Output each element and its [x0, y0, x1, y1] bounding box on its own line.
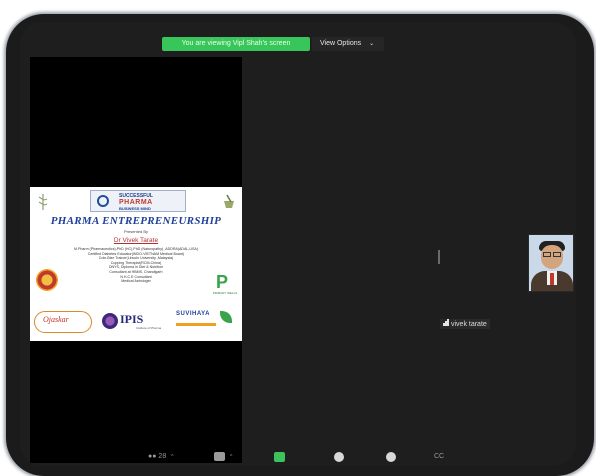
- logo-underline: [176, 323, 216, 326]
- chat-icon: [214, 452, 225, 461]
- screen-share-banner: You are viewing Vipl Shah's screen: [162, 37, 310, 51]
- avatar-tie: [550, 273, 554, 285]
- participants-icon: ●●: [148, 453, 157, 460]
- signal-strength-icon: [443, 319, 449, 330]
- shared-screen: SUCCESSFUL PHARMA BUSINESS MIND PHARMA E…: [30, 57, 242, 463]
- record-button[interactable]: [334, 452, 344, 463]
- presenter-name: Dr Vivek Tarate: [113, 237, 159, 244]
- credentials-list: M.Pharm (Pharmaceutics),PhD (HC),PhD (Na…: [48, 247, 224, 284]
- meeting-viewport: You are viewing Vipl Shah's screen View …: [20, 22, 576, 466]
- ojaskar-logo-text: Ojaskar: [43, 315, 69, 324]
- slide-title: PHARMA ENTREPRENEURSHIP: [50, 215, 222, 227]
- chat-button[interactable]: ^: [214, 452, 232, 462]
- chevron-down-icon[interactable]: ⌄: [369, 37, 374, 51]
- participants-button[interactable]: ●● 28 ^: [148, 452, 174, 462]
- ipis-logo-subtext: Institute of Pharma: [136, 326, 162, 330]
- chevron-up-icon[interactable]: ^: [230, 454, 232, 460]
- participant-name-label: vivek tarate: [440, 319, 490, 329]
- logo-main-text: PHARMA: [119, 199, 153, 206]
- divider-handle[interactable]: [438, 250, 440, 264]
- view-options-button[interactable]: View Options ⌄: [312, 37, 384, 51]
- ojaskar-logo: Ojaskar: [34, 311, 92, 333]
- institution-seal-logo: [36, 269, 58, 291]
- mortar-pestle-icon: [224, 194, 234, 208]
- logo-circle-icon: [97, 195, 109, 207]
- credential-line: M.Pharm (Pharmaceutics),PhD (HC),PhD (Na…: [73, 247, 198, 251]
- chevron-up-icon[interactable]: ^: [171, 454, 173, 460]
- reactions-icon: [386, 452, 396, 462]
- leaf-icon: [220, 311, 232, 323]
- p-brand-logo: P PRIMARY WELLS: [212, 272, 238, 295]
- successful-pharma-logo: SUCCESSFUL PHARMA BUSINESS MIND: [90, 190, 186, 212]
- ipis-logo: IPIS Institute of Pharma: [102, 311, 164, 333]
- ipis-emblem-icon: [102, 313, 118, 329]
- ipis-logo-text: IPIS: [120, 312, 144, 326]
- presentation-slide: SUCCESSFUL PHARMA BUSINESS MIND PHARMA E…: [30, 187, 242, 341]
- participants-count: 28: [158, 453, 167, 460]
- closed-captions-button[interactable]: CC: [434, 452, 444, 462]
- suvihaya-logo-text: SUVIHAYA: [176, 311, 210, 317]
- view-options-label: View Options: [320, 40, 362, 47]
- caduceus-icon: [38, 194, 48, 210]
- credential-line: Medical Astrologer: [121, 279, 151, 284]
- share-screen-icon: [274, 452, 285, 462]
- logo-sub-text: BUSINESS MIND: [119, 206, 151, 211]
- meeting-toolbar: ●● 28 ^ ^ CC: [20, 448, 576, 466]
- participant-video-tile[interactable]: [528, 234, 574, 292]
- presented-by-label: Presented By: [123, 229, 148, 234]
- glasses-left: [543, 252, 551, 257]
- meeting-window: You are viewing Vipl Shah's screen View …: [6, 14, 594, 476]
- share-screen-button[interactable]: [274, 452, 285, 463]
- glasses-right: [553, 252, 561, 257]
- p-logo-mark: P: [216, 272, 229, 292]
- participant-name: vivek tarate: [451, 321, 487, 328]
- record-icon: [334, 452, 344, 462]
- reactions-button[interactable]: [386, 452, 396, 463]
- p-logo-text: PRIMARY WELLS: [212, 291, 238, 295]
- avatar-face: [541, 245, 563, 269]
- suvihaya-logo: SUVIHAYA: [170, 309, 236, 333]
